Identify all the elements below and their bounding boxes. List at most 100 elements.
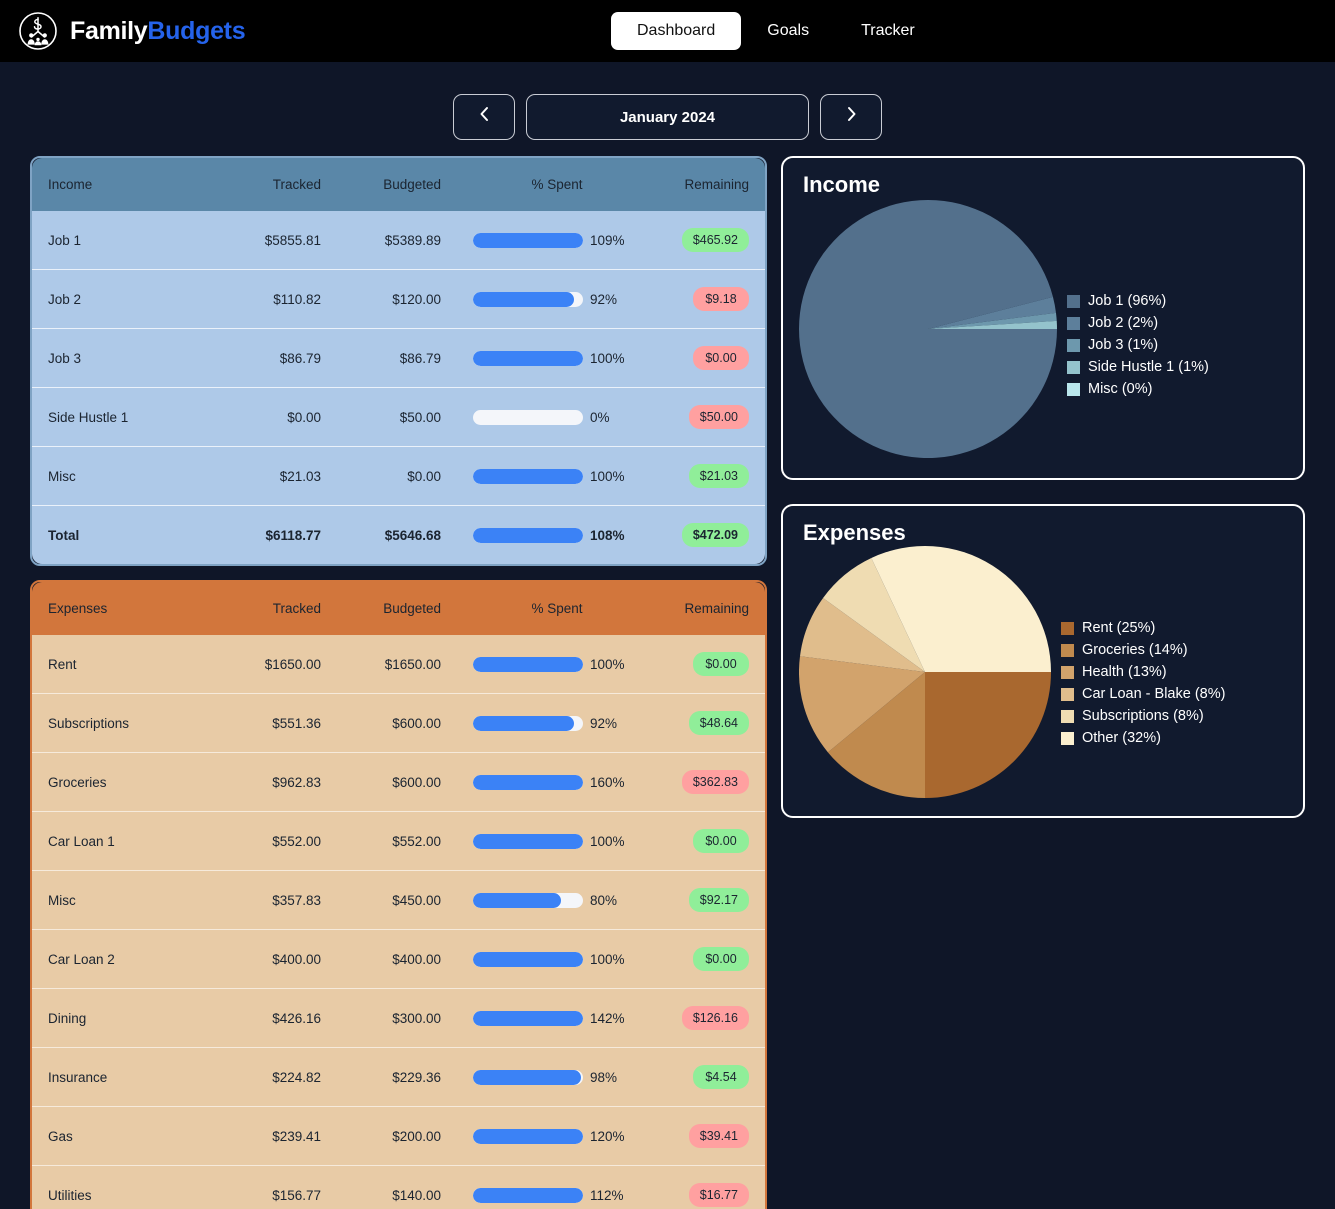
progress-bar-fill: [473, 291, 575, 307]
nav-tab-goals[interactable]: Goals: [741, 12, 835, 50]
table-row[interactable]: Utilities $156.77 $140.00 112% $16.77: [32, 1165, 765, 1209]
expense-row-remaining-cell: $92.17: [657, 871, 765, 930]
progress-bar-fill: [473, 1128, 583, 1144]
expense-row-tracked: $551.36: [272, 715, 321, 731]
brand-title-part2: Budgets: [147, 16, 246, 45]
legend-swatch-icon: [1061, 665, 1074, 679]
next-month-button[interactable]: [820, 94, 882, 140]
legend-item[interactable]: Other (32%): [1061, 730, 1225, 746]
income-row-remaining-cell: $0.00: [657, 329, 765, 388]
income-pie-chart: [799, 199, 1057, 463]
table-row[interactable]: Side Hustle 1 $0.00 $50.00 0% $50.00: [32, 387, 765, 447]
legend-item[interactable]: Side Hustle 1 (1%): [1067, 359, 1209, 375]
income-row-remaining-cell: $50.00: [657, 388, 765, 447]
table-row[interactable]: Job 1 $5855.81 $5389.89 109% $465.92: [32, 211, 765, 270]
expense-row-tracked: $426.16: [272, 1010, 321, 1026]
prev-month-button[interactable]: [453, 94, 515, 140]
expense-row-budgeted: $600.00: [392, 715, 441, 731]
legend-item[interactable]: Job 2 (2%): [1067, 315, 1209, 331]
chevron-left-icon: [478, 105, 491, 129]
remaining-badge: $126.16: [681, 1006, 749, 1030]
table-row[interactable]: Car Loan 2 $400.00 $400.00 100% $0.00: [32, 929, 765, 989]
table-row[interactable]: Job 3 $86.79 $86.79 100% $0.00: [32, 328, 765, 388]
progress-bar-track: [473, 715, 583, 731]
remaining-badge: $92.17: [688, 888, 749, 912]
current-month-label: January 2024: [619, 108, 716, 126]
legend-item[interactable]: Subscriptions (8%): [1061, 708, 1225, 724]
progress-bar-label: 80%: [590, 892, 618, 908]
progress-bar-label: 160%: [590, 774, 625, 790]
legend-item[interactable]: Rent (25%): [1061, 620, 1225, 636]
expense-col-name: Expenses: [32, 582, 217, 635]
progress-bar-track: [473, 350, 583, 366]
table-row[interactable]: Misc $357.83 $450.00 80% $92.17: [32, 870, 765, 930]
progress-bar-track: [473, 527, 583, 543]
expense-row-tracked: $239.41: [272, 1128, 321, 1144]
income-row-budgeted: $86.79: [399, 350, 441, 366]
expense-row-budgeted: $140.00: [392, 1187, 441, 1203]
brand[interactable]: FamilyBudgets: [0, 11, 246, 51]
legend-item[interactable]: Job 1 (96%): [1067, 293, 1209, 309]
expense-row-pct-cell: 100%: [457, 812, 657, 871]
income-row-remaining-cell: $21.03: [657, 447, 765, 506]
expense-table-card: Expenses Tracked Budgeted % Spent Remain…: [30, 580, 767, 1209]
progress-bar-label: 92%: [590, 715, 618, 731]
pie-svg: [799, 545, 1051, 798]
expense-row-remaining-cell: $4.54: [657, 1048, 765, 1107]
legend-label: Other (32%): [1082, 730, 1161, 746]
table-row[interactable]: Subscriptions $551.36 $600.00 92% $48.64: [32, 693, 765, 753]
table-row[interactable]: Groceries $962.83 $600.00 160% $362.83: [32, 752, 765, 812]
expense-row-pct-cell: 92%: [457, 694, 657, 753]
progress-bar-track: [473, 1010, 583, 1026]
legend-swatch-icon: [1067, 338, 1080, 352]
expense-col-tracked: Tracked: [217, 582, 337, 635]
expense-row-tracked: $552.00: [272, 833, 321, 849]
table-row[interactable]: Rent $1650.00 $1650.00 100% $0.00: [32, 635, 765, 694]
table-row[interactable]: Car Loan 1 $552.00 $552.00 100% $0.00: [32, 811, 765, 871]
income-chart-legend: Job 1 (96%) Job 2 (2%) Job 3 (1%) Side Hust…: [1057, 293, 1209, 397]
table-row[interactable]: Total $6118.77 $5646.68 108% $472.09: [32, 505, 765, 564]
brand-title: FamilyBudgets: [70, 16, 246, 46]
legend-item[interactable]: Misc (0%): [1067, 381, 1209, 397]
remaining-badge: $0.00: [693, 346, 749, 370]
income-row-tracked: $21.03: [279, 468, 321, 484]
nav-tab-tracker[interactable]: Tracker: [835, 12, 941, 50]
income-row-remaining-cell: $465.92: [657, 211, 765, 270]
table-row[interactable]: Dining $426.16 $300.00 142% $126.16: [32, 988, 765, 1048]
progress-bar-track: [473, 656, 583, 672]
nav-tab-dashboard[interactable]: Dashboard: [611, 12, 742, 50]
legend-label: Side Hustle 1 (1%): [1088, 359, 1209, 375]
expense-row-tracked: $357.83: [272, 892, 321, 908]
current-month-display[interactable]: January 2024: [526, 94, 809, 140]
expense-row-tracked: $156.77: [272, 1187, 321, 1203]
pie-slice: [925, 671, 1051, 798]
expense-row-budgeted: $450.00: [392, 892, 441, 908]
table-row[interactable]: Job 2 $110.82 $120.00 92% $9.18: [32, 269, 765, 329]
income-table-body: Job 1 $5855.81 $5389.89 109% $465.92 Job 2 $11…: [32, 211, 765, 564]
legend-item[interactable]: Groceries (14%): [1061, 642, 1225, 658]
income-col-tracked: Tracked: [217, 158, 337, 211]
income-table-card: Income Tracked Budgeted % Spent Remainin…: [30, 156, 767, 566]
legend-item[interactable]: Job 3 (1%): [1067, 337, 1209, 353]
progress-bar-fill: [473, 527, 583, 543]
family-tree-dollar-emblem-icon: [18, 11, 58, 51]
income-table-head: Income Tracked Budgeted % Spent Remainin…: [32, 158, 765, 211]
table-row[interactable]: Gas $239.41 $200.00 120% $39.41: [32, 1106, 765, 1166]
income-row-tracked: $0.00: [287, 409, 321, 425]
table-row[interactable]: Misc $21.03 $0.00 100% $21.03: [32, 446, 765, 506]
progress-bar-fill: [473, 232, 583, 248]
legend-swatch-icon: [1061, 687, 1074, 701]
expense-row-budgeted: $400.00: [392, 951, 441, 967]
table-row[interactable]: Insurance $224.82 $229.36 98% $4.54: [32, 1047, 765, 1107]
progress-bar-track: [473, 1128, 583, 1144]
income-row-remaining-cell: $9.18: [657, 270, 765, 329]
expense-row-budgeted: $1650.00: [384, 656, 441, 672]
legend-swatch-icon: [1061, 731, 1074, 745]
progress-bar-track: [473, 291, 583, 307]
legend-item[interactable]: Health (13%): [1061, 664, 1225, 680]
top-navbar: FamilyBudgets Dashboard Goals Tracker: [0, 0, 1335, 62]
expense-row-remaining-cell: $126.16: [657, 989, 765, 1048]
expense-row-budgeted: $200.00: [392, 1128, 441, 1144]
legend-item[interactable]: Car Loan - Blake (8%): [1061, 686, 1225, 702]
remaining-badge: $0.00: [693, 652, 749, 676]
